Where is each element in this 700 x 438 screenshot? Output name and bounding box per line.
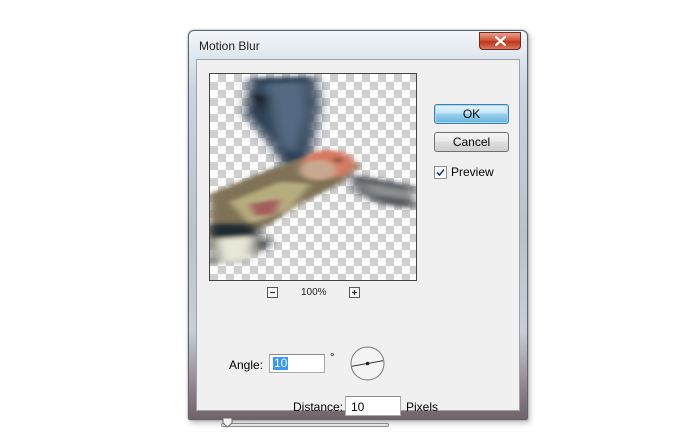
zoom-in-button[interactable] [349, 287, 360, 298]
blurred-bird-image [210, 76, 415, 264]
title-bar[interactable]: Motion Blur [189, 31, 527, 59]
distance-slider-track[interactable] [221, 423, 389, 427]
distance-label: Distance: [293, 400, 344, 414]
preview-label: Preview [451, 165, 494, 179]
degree-symbol: ° [330, 352, 335, 364]
close-button[interactable] [479, 32, 521, 50]
angle-value: 10 [273, 356, 289, 370]
zoom-out-button[interactable] [267, 287, 278, 298]
angle-label: Angle: [229, 358, 264, 372]
motion-blur-dialog: Motion Blur 100% OK Cancel Preview Angle… [188, 30, 528, 428]
zoom-controls: 100% [197, 287, 429, 301]
minus-icon [270, 291, 275, 294]
close-icon [495, 36, 506, 46]
angle-input[interactable]: 10 [269, 354, 325, 373]
plus-icon [352, 290, 357, 295]
slider-thumb-icon[interactable] [222, 417, 233, 428]
blur-preview-image[interactable] [209, 73, 417, 281]
pixels-unit-label: Pixels [406, 400, 439, 414]
angle-dial-icon[interactable] [350, 346, 385, 381]
ok-button[interactable]: OK [434, 104, 509, 124]
dialog-client-area: 100% OK Cancel Preview Angle: 10 ° Dista… [196, 59, 520, 428]
distance-input[interactable]: 10 [345, 396, 401, 416]
zoom-level-text: 100% [301, 287, 327, 298]
cancel-button[interactable]: Cancel [434, 132, 509, 152]
dialog-title: Motion Blur [199, 39, 260, 53]
preview-checkbox[interactable] [434, 166, 447, 179]
checkmark-icon [436, 168, 445, 177]
